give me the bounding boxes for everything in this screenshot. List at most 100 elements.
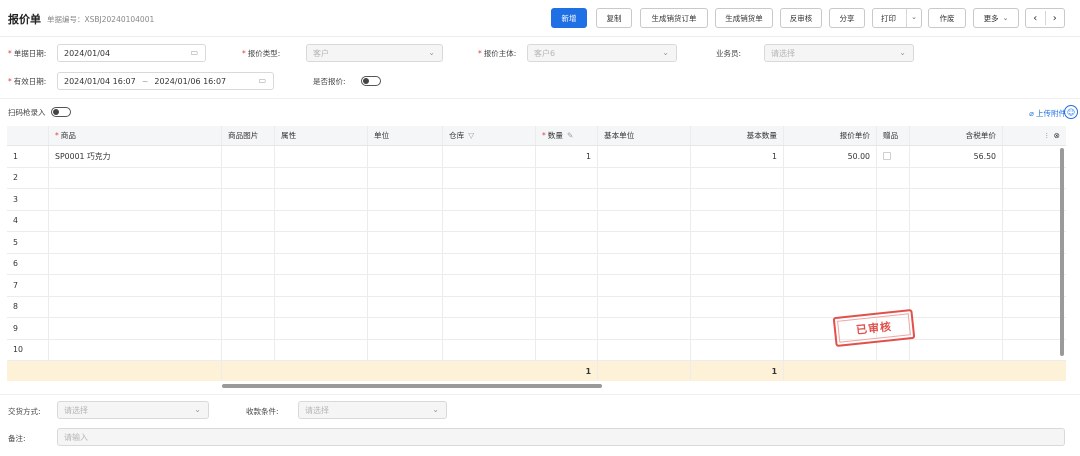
- cell-warehouse[interactable]: [443, 210, 536, 231]
- cell-attribute[interactable]: [275, 146, 368, 167]
- cell-actions[interactable]: [1003, 275, 1066, 296]
- table-row[interactable]: 7: [7, 275, 1066, 297]
- cell-gift[interactable]: [877, 189, 910, 210]
- cell-base-unit[interactable]: [598, 296, 691, 317]
- cell-product[interactable]: [49, 232, 222, 253]
- cell-quote-price[interactable]: [784, 253, 877, 274]
- cell-base-quantity[interactable]: [691, 253, 784, 274]
- cell-unit[interactable]: [368, 275, 443, 296]
- table-row[interactable]: 2: [7, 167, 1066, 189]
- cell-product[interactable]: [49, 296, 222, 317]
- cell-gift[interactable]: [877, 167, 910, 188]
- table-row[interactable]: 6: [7, 253, 1066, 275]
- assistant-icon[interactable]: ☺: [1064, 105, 1078, 119]
- cell-gift[interactable]: [877, 210, 910, 231]
- cell-quote-price[interactable]: [784, 189, 877, 210]
- cell-tax-price[interactable]: [910, 318, 1003, 339]
- cell-base-quantity[interactable]: 1: [691, 146, 784, 167]
- valid-date-range-field[interactable]: 2024/01/04 16:07 ~ 2024/01/06 16:07 ▭: [57, 72, 274, 90]
- cell-base-unit[interactable]: [598, 210, 691, 231]
- cell-unit[interactable]: [368, 146, 443, 167]
- cell-unit[interactable]: [368, 296, 443, 317]
- cell-gift[interactable]: [877, 275, 910, 296]
- cell-quote-price[interactable]: [784, 167, 877, 188]
- cell-tax-price[interactable]: [910, 275, 1003, 296]
- cell-quantity[interactable]: [536, 296, 598, 317]
- print-button[interactable]: 打印 ⌄: [872, 8, 922, 28]
- cell-base-quantity[interactable]: [691, 189, 784, 210]
- cell-base-unit[interactable]: [598, 146, 691, 167]
- cell-actions[interactable]: [1003, 189, 1066, 210]
- cell-image[interactable]: [222, 318, 275, 339]
- cell-actions[interactable]: [1003, 254, 1066, 275]
- cell-warehouse[interactable]: [443, 232, 536, 253]
- settings-icon[interactable]: ⊗: [1054, 131, 1060, 140]
- cell-tax-price[interactable]: [910, 339, 1003, 360]
- cell-base-quantity[interactable]: [691, 275, 784, 296]
- cell-base-unit[interactable]: [598, 275, 691, 296]
- cell-product[interactable]: [49, 189, 222, 210]
- cell-base-quantity[interactable]: [691, 210, 784, 231]
- cell-unit[interactable]: [368, 167, 443, 188]
- cell-gift[interactable]: [877, 253, 910, 274]
- cell-tax-price[interactable]: [910, 210, 1003, 231]
- cell-tax-price[interactable]: 56.50: [910, 146, 1003, 167]
- cell-warehouse[interactable]: [443, 296, 536, 317]
- cell-warehouse[interactable]: [443, 275, 536, 296]
- cell-quote-price[interactable]: [784, 210, 877, 231]
- cell-tax-price[interactable]: [910, 296, 1003, 317]
- cell-unit[interactable]: [368, 189, 443, 210]
- payment-terms-select[interactable]: 请选择 ⌄: [298, 401, 447, 419]
- generate-sales-order-button[interactable]: 生成销货订单: [640, 8, 708, 28]
- cell-base-unit[interactable]: [598, 253, 691, 274]
- cell-image[interactable]: [222, 189, 275, 210]
- cell-tax-price[interactable]: [910, 232, 1003, 253]
- cell-product[interactable]: [49, 339, 222, 360]
- copy-button[interactable]: 复制: [596, 8, 632, 28]
- cell-quantity[interactable]: 1: [536, 146, 598, 167]
- cell-image[interactable]: [222, 253, 275, 274]
- cell-base-quantity[interactable]: [691, 296, 784, 317]
- remark-input[interactable]: 请输入: [57, 428, 1065, 446]
- cell-base-unit[interactable]: [598, 167, 691, 188]
- cell-product[interactable]: [49, 210, 222, 231]
- cell-tax-price[interactable]: [910, 167, 1003, 188]
- cell-attribute[interactable]: [275, 232, 368, 253]
- cell-quantity[interactable]: [536, 339, 598, 360]
- cell-product[interactable]: [49, 275, 222, 296]
- cell-quantity[interactable]: [536, 167, 598, 188]
- cell-image[interactable]: [222, 232, 275, 253]
- table-row[interactable]: 5: [7, 232, 1066, 254]
- cell-attribute[interactable]: [275, 275, 368, 296]
- cell-gift[interactable]: [877, 339, 910, 360]
- cell-actions[interactable]: [1003, 340, 1066, 361]
- next-record-icon[interactable]: ›: [1045, 13, 1064, 24]
- cell-actions[interactable]: [1003, 232, 1066, 253]
- cell-quote-price[interactable]: 50.00: [784, 146, 877, 167]
- cell-product[interactable]: [49, 318, 222, 339]
- table-row[interactable]: 3: [7, 189, 1066, 211]
- new-button[interactable]: 新增: [551, 8, 587, 28]
- cell-image[interactable]: [222, 146, 275, 167]
- void-button[interactable]: 作废: [928, 8, 966, 28]
- cell-attribute[interactable]: [275, 296, 368, 317]
- cell-product[interactable]: [49, 253, 222, 274]
- cell-base-quantity[interactable]: [691, 232, 784, 253]
- cell-quantity[interactable]: [536, 253, 598, 274]
- horizontal-scrollbar[interactable]: [222, 384, 602, 388]
- generate-sales-invoice-button[interactable]: 生成销货单: [715, 8, 773, 28]
- cell-base-unit[interactable]: [598, 232, 691, 253]
- cell-quantity[interactable]: [536, 189, 598, 210]
- cell-product[interactable]: SP0001 巧克力: [49, 146, 222, 167]
- cell-product[interactable]: [49, 167, 222, 188]
- scan-input-toggle[interactable]: [51, 107, 71, 117]
- quote-type-select[interactable]: 客户 ⌄: [306, 44, 443, 62]
- cell-quantity[interactable]: [536, 210, 598, 231]
- cell-tax-price[interactable]: [910, 253, 1003, 274]
- more-button[interactable]: 更多 ⌄: [973, 8, 1019, 28]
- cell-unit[interactable]: [368, 339, 443, 360]
- cell-image[interactable]: [222, 275, 275, 296]
- cell-actions[interactable]: [1003, 168, 1066, 189]
- cell-attribute[interactable]: [275, 189, 368, 210]
- cell-unit[interactable]: [368, 253, 443, 274]
